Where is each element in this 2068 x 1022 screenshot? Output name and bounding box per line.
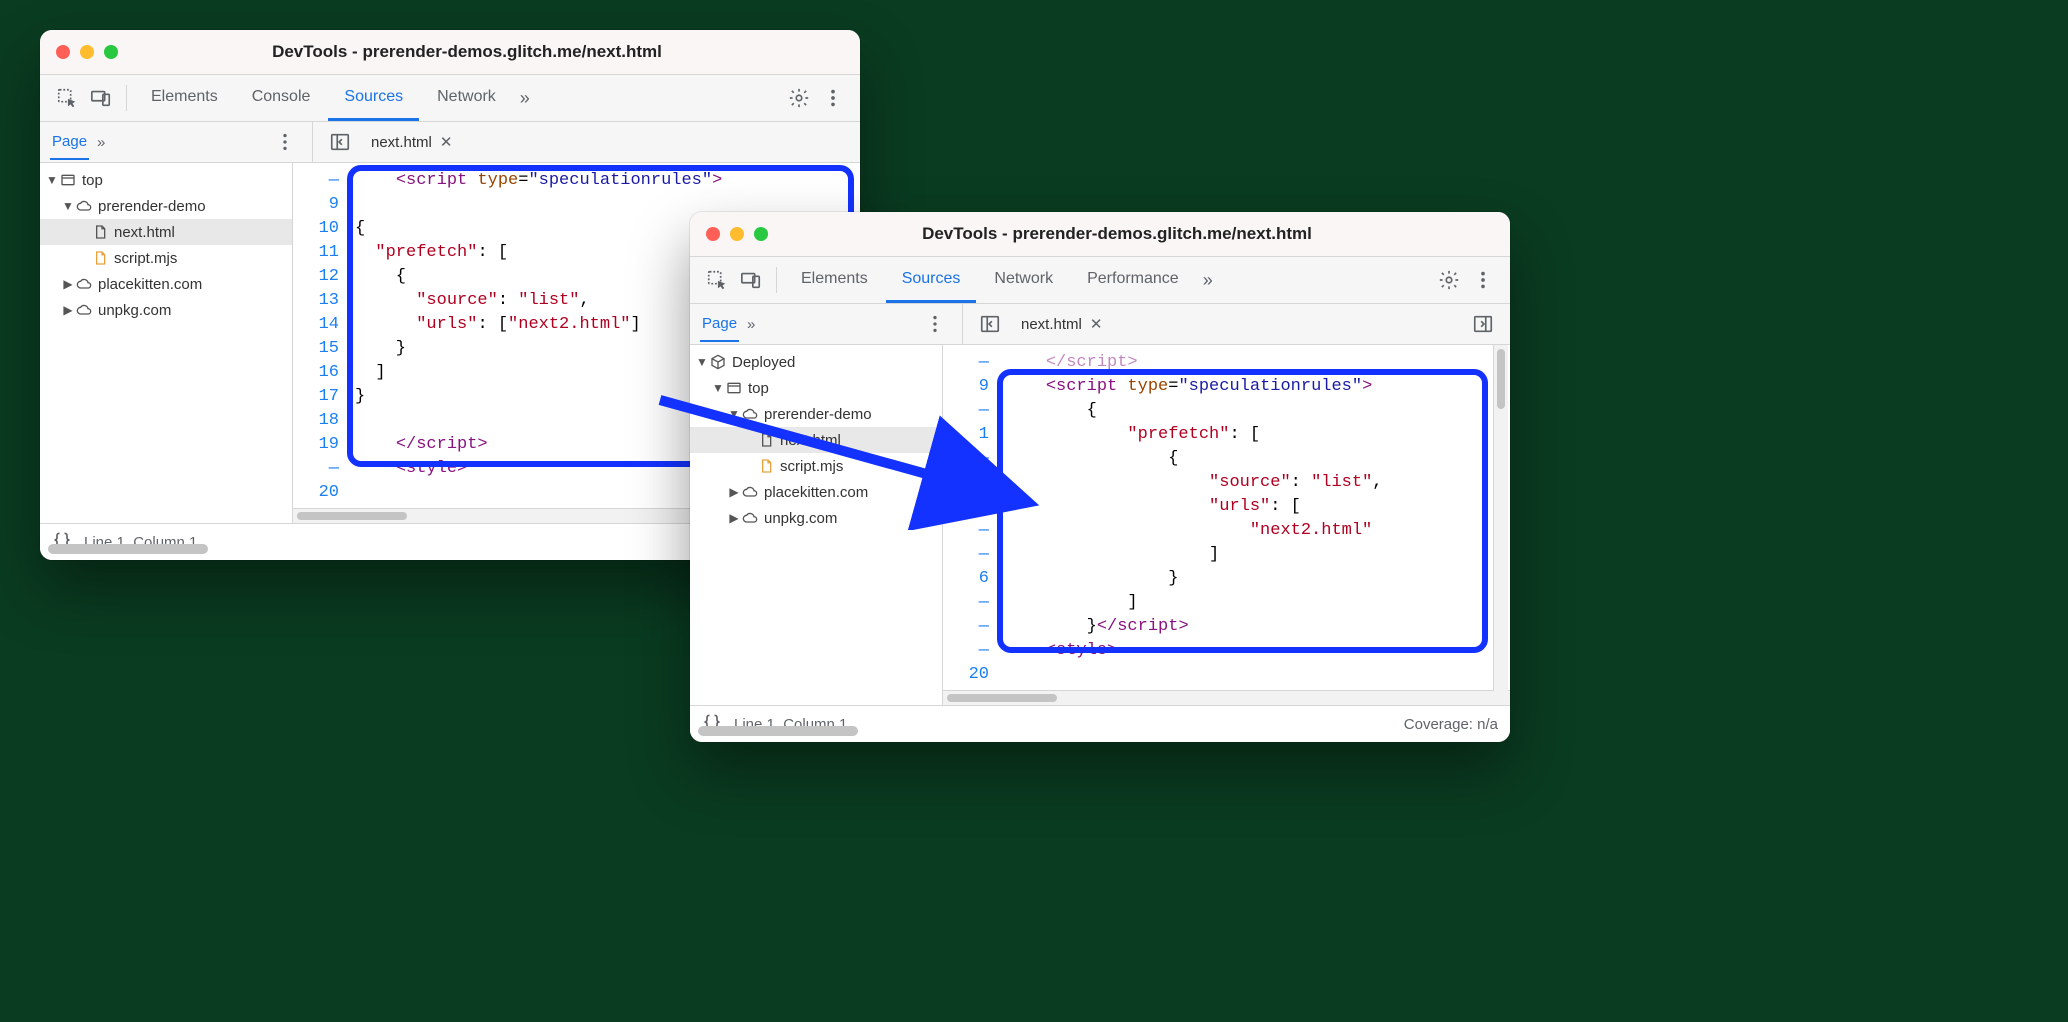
window-close-icon[interactable] — [706, 227, 720, 241]
window-zoom-icon[interactable] — [754, 227, 768, 241]
window-title: DevTools - prerender-demos.glitch.me/nex… — [784, 224, 1510, 244]
sources-subbar: Page » next.html ✕ — [690, 304, 1510, 345]
title-bar: DevTools - prerender-demos.glitch.me/nex… — [690, 212, 1510, 257]
tree-node-file-script-mjs[interactable]: script.mjs — [690, 453, 942, 479]
more-tabs-icon[interactable]: » — [1195, 270, 1221, 291]
tree-node-file-next-html[interactable]: next.html — [690, 427, 942, 453]
window-title: DevTools - prerender-demos.glitch.me/nex… — [134, 42, 860, 62]
tree-node-domain[interactable]: ▶ unpkg.com — [690, 505, 942, 531]
tree-node-file-script-mjs[interactable]: script.mjs — [40, 245, 292, 271]
main-toolbar: Elements Console Sources Network » — [40, 75, 860, 122]
tab-performance[interactable]: Performance — [1071, 257, 1195, 303]
sources-subbar: Page » next.html ✕ — [40, 122, 860, 163]
navigator-sidebar: ▼ Deployed ▼ top ▼ prerender-demo — [690, 345, 943, 705]
divider — [776, 267, 777, 293]
tree-node-domain[interactable]: ▶ placekitten.com — [690, 479, 942, 505]
tab-console[interactable]: Console — [236, 75, 327, 121]
tree-node-file-next-html[interactable]: next.html — [40, 219, 292, 245]
window-scrollbar[interactable] — [48, 544, 208, 554]
editor-file-tab[interactable]: next.html ✕ — [367, 133, 456, 151]
line-gutter: —910111213141516171819—20 — [293, 163, 347, 508]
editor-file-tab[interactable]: next.html ✕ — [1017, 315, 1106, 333]
vertical-scrollbar[interactable] — [1493, 345, 1508, 690]
file-icon — [90, 224, 110, 240]
window-scrollbar[interactable] — [698, 726, 858, 736]
device-toolbar-icon[interactable] — [84, 81, 118, 115]
gear-icon[interactable] — [1432, 263, 1466, 297]
close-icon[interactable]: ✕ — [1090, 315, 1103, 333]
main-toolbar: Elements Sources Network Performance » — [690, 257, 1510, 304]
tree-node-domain[interactable]: ▶ unpkg.com — [40, 297, 292, 323]
navigator-sidebar: ▼ top ▼ prerender-demo next.html — [40, 163, 293, 523]
more-navigator-tabs-icon[interactable]: » — [747, 316, 755, 333]
kebab-menu-icon[interactable] — [268, 125, 302, 159]
tab-network[interactable]: Network — [421, 75, 512, 121]
window-minimize-icon[interactable] — [730, 227, 744, 241]
title-bar: DevTools - prerender-demos.glitch.me/nex… — [40, 30, 860, 75]
tree-node-top[interactable]: ▼ top — [40, 167, 292, 193]
file-icon — [756, 432, 776, 448]
cloud-icon — [74, 198, 94, 214]
select-element-icon[interactable] — [50, 81, 84, 115]
frame-icon — [58, 172, 78, 188]
tab-sources[interactable]: Sources — [328, 75, 419, 121]
more-tabs-icon[interactable]: » — [512, 88, 538, 109]
editor-file-label: next.html — [1021, 316, 1082, 333]
kebab-menu-icon[interactable] — [1466, 263, 1500, 297]
panel-tabs: Elements Console Sources Network — [135, 75, 512, 121]
close-icon[interactable]: ✕ — [440, 133, 453, 151]
tab-elements[interactable]: Elements — [785, 257, 884, 303]
file-icon — [90, 250, 110, 266]
toggle-navigator-icon[interactable] — [323, 125, 357, 159]
code-content[interactable]: </script> <script type="speculationrules… — [997, 345, 1510, 690]
divider — [126, 85, 127, 111]
device-toolbar-icon[interactable] — [734, 263, 768, 297]
cloud-icon — [74, 276, 94, 292]
file-icon — [756, 458, 776, 474]
line-gutter: —9—1—3———6———20 — [943, 345, 997, 690]
cloud-icon — [740, 510, 760, 526]
frame-icon — [724, 380, 744, 396]
tab-sources[interactable]: Sources — [886, 257, 977, 303]
status-bar: Line 1, Column 1 Coverage: n/a — [690, 705, 1510, 742]
cloud-icon — [740, 406, 760, 422]
navigator-tab-page[interactable]: Page — [50, 125, 89, 160]
tree-node-domain[interactable]: ▼ prerender-demo — [690, 401, 942, 427]
editor-file-label: next.html — [371, 134, 432, 151]
tab-network[interactable]: Network — [978, 257, 1069, 303]
code-editor[interactable]: —9—1—3———6———20 </script> <script type="… — [943, 345, 1510, 705]
panel-tabs: Elements Sources Network Performance — [785, 257, 1195, 303]
gear-icon[interactable] — [782, 81, 816, 115]
cube-icon — [708, 354, 728, 370]
cloud-icon — [740, 484, 760, 500]
select-element-icon[interactable] — [700, 263, 734, 297]
kebab-menu-icon[interactable] — [816, 81, 850, 115]
tree-node-domain[interactable]: ▼ prerender-demo — [40, 193, 292, 219]
tree-node-domain[interactable]: ▶ placekitten.com — [40, 271, 292, 297]
coverage-label[interactable]: Coverage: n/a — [1404, 716, 1498, 733]
window-close-icon[interactable] — [56, 45, 70, 59]
horizontal-scrollbar[interactable] — [943, 690, 1510, 705]
toggle-navigator-icon[interactable] — [973, 307, 1007, 341]
window-minimize-icon[interactable] — [80, 45, 94, 59]
kebab-menu-icon[interactable] — [918, 307, 952, 341]
tree-node-top[interactable]: ▼ top — [690, 375, 942, 401]
tree-node-deployed[interactable]: ▼ Deployed — [690, 349, 942, 375]
cloud-icon — [74, 302, 94, 318]
tab-elements[interactable]: Elements — [135, 75, 234, 121]
toggle-debugger-icon[interactable] — [1466, 307, 1500, 341]
navigator-tab-page[interactable]: Page — [700, 307, 739, 342]
more-navigator-tabs-icon[interactable]: » — [97, 134, 105, 151]
window-zoom-icon[interactable] — [104, 45, 118, 59]
